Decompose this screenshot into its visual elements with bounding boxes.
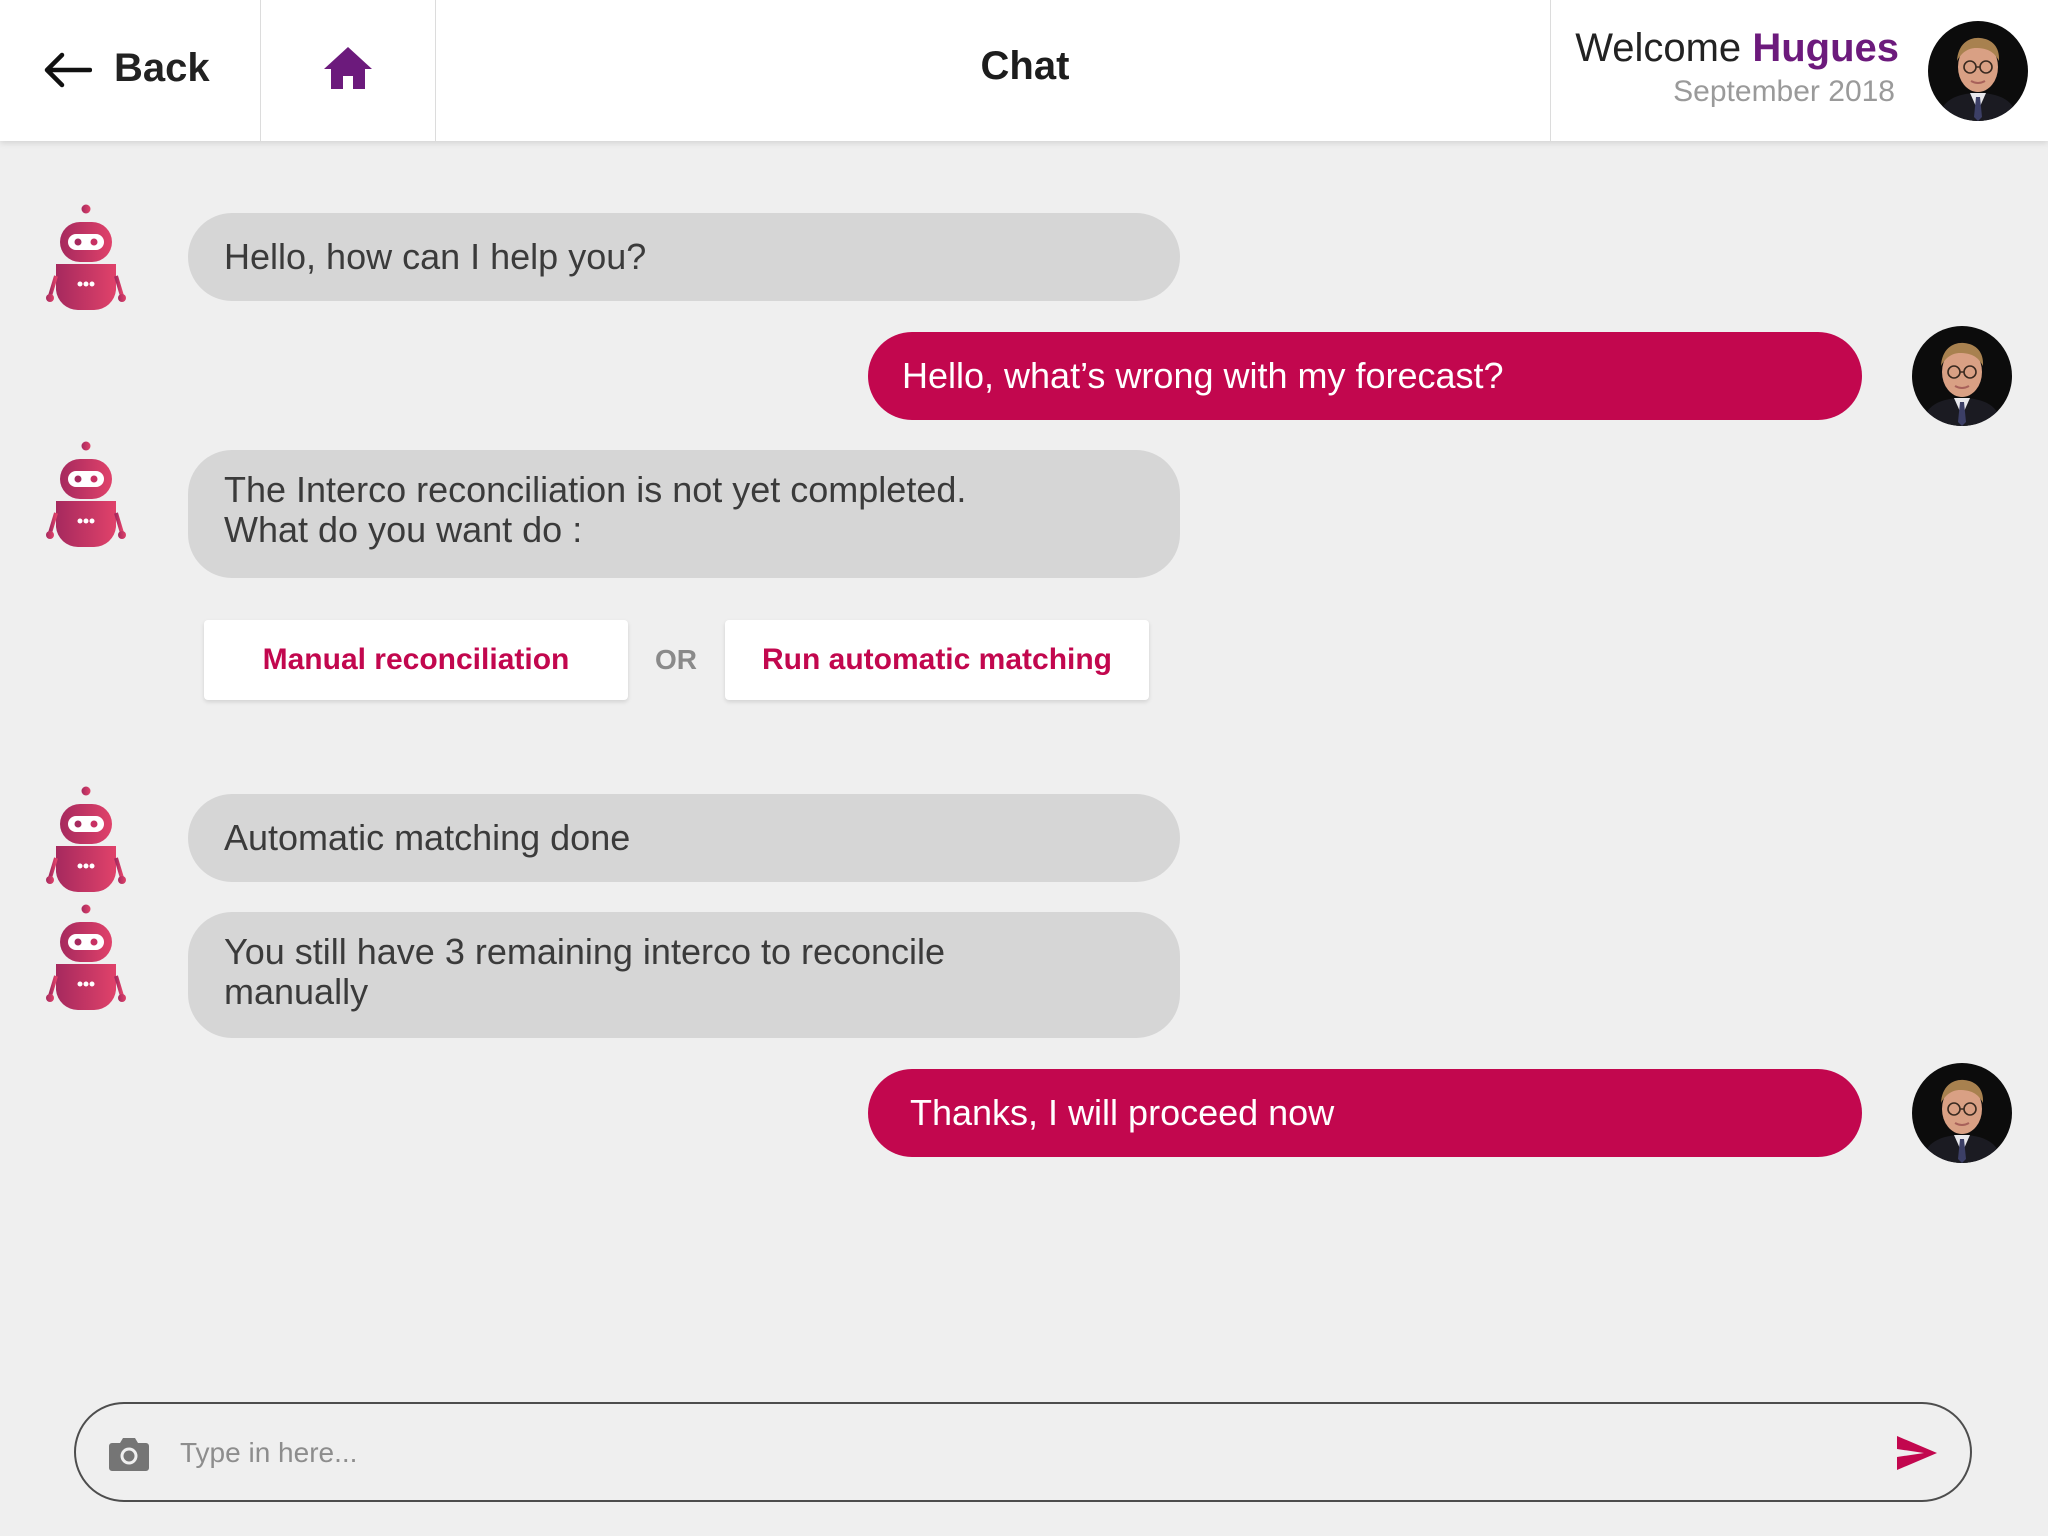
period-label: September 2018: [1673, 75, 1895, 108]
avatar: [1912, 1063, 2012, 1163]
user-message: Thanks, I will proceed now: [868, 1069, 1862, 1157]
or-separator: OR: [655, 644, 697, 675]
home-icon: [324, 47, 372, 89]
bot-message: Hello, how can I help you?: [188, 213, 1180, 301]
robot-icon: [46, 441, 126, 549]
back-label: Back: [114, 46, 210, 90]
message-line: What do you want do :: [224, 509, 583, 550]
page-title: Chat: [980, 44, 1070, 88]
message-composer: [74, 1402, 1972, 1502]
message-input[interactable]: [178, 1426, 1842, 1480]
message-line: You still have 3 remaining interco to re…: [224, 931, 946, 972]
send-icon[interactable]: [1896, 1434, 1938, 1472]
arrow-left-icon: [44, 52, 92, 88]
robot-icon: [46, 786, 126, 894]
message-line: The Interco reconciliation is not yet co…: [224, 469, 967, 510]
top-bar: Back Chat Welcome Hugues September 2018: [0, 0, 2048, 141]
welcome-text: Welcome Hugues: [1575, 26, 1899, 71]
manual-reconciliation-button[interactable]: Manual reconciliation: [204, 620, 628, 700]
bot-message: You still have 3 remaining interco to re…: [188, 912, 1180, 1038]
message-text: Thanks, I will proceed now: [910, 1092, 1335, 1133]
robot-icon: [46, 904, 126, 1012]
bot-message: The Interco reconciliation is not yet co…: [188, 450, 1180, 578]
back-button[interactable]: Back: [0, 0, 261, 141]
message-line: manually: [224, 971, 369, 1012]
message-text: Hello, what’s wrong with my forecast?: [902, 355, 1504, 396]
bot-message: Automatic matching done: [188, 794, 1180, 882]
run-automatic-matching-button[interactable]: Run automatic matching: [725, 620, 1149, 700]
avatar[interactable]: [1928, 21, 2028, 121]
user-name: Hugues: [1752, 26, 1899, 70]
welcome-prefix: Welcome: [1575, 26, 1742, 70]
avatar: [1912, 326, 2012, 426]
robot-icon: [46, 204, 126, 312]
message-text: Hello, how can I help you?: [224, 236, 647, 277]
message-text: Automatic matching done: [224, 817, 631, 858]
user-message: Hello, what’s wrong with my forecast?: [868, 332, 1862, 420]
home-button[interactable]: [261, 0, 436, 141]
camera-icon[interactable]: [108, 1434, 150, 1472]
